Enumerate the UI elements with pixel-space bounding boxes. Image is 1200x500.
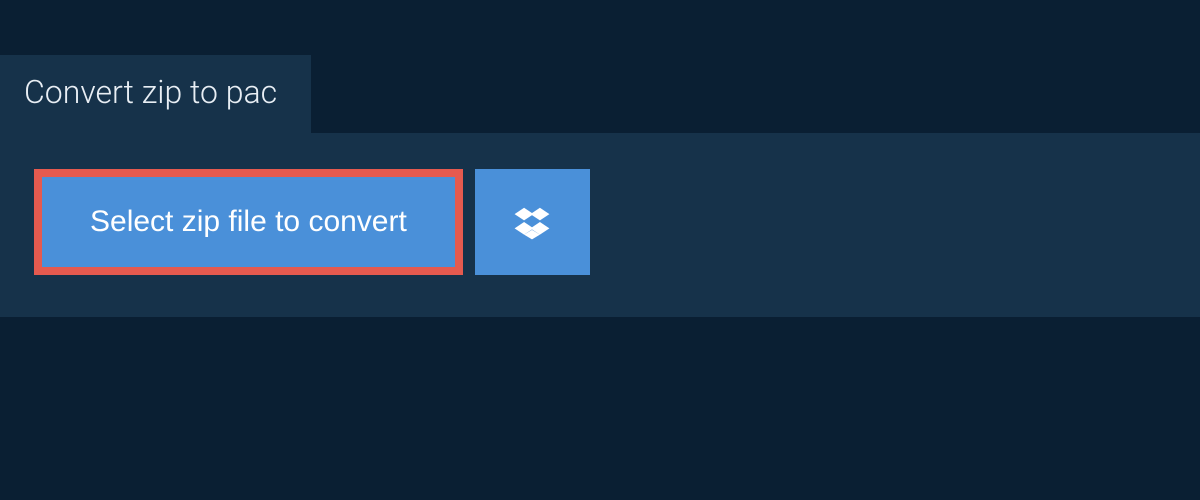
highlight-border: Select zip file to convert bbox=[34, 169, 463, 275]
dropbox-button[interactable] bbox=[475, 169, 590, 275]
tab-convert[interactable]: Convert zip to pac bbox=[0, 55, 311, 133]
select-file-label: Select zip file to convert bbox=[90, 205, 407, 239]
tab-label: Convert zip to pac bbox=[24, 73, 277, 111]
select-file-button[interactable]: Select zip file to convert bbox=[42, 177, 455, 267]
dropbox-icon bbox=[513, 203, 551, 241]
converter-panel: Select zip file to convert bbox=[0, 133, 1200, 317]
tab-bar: Convert zip to pac bbox=[0, 0, 1200, 133]
file-select-row: Select zip file to convert bbox=[34, 169, 1166, 275]
